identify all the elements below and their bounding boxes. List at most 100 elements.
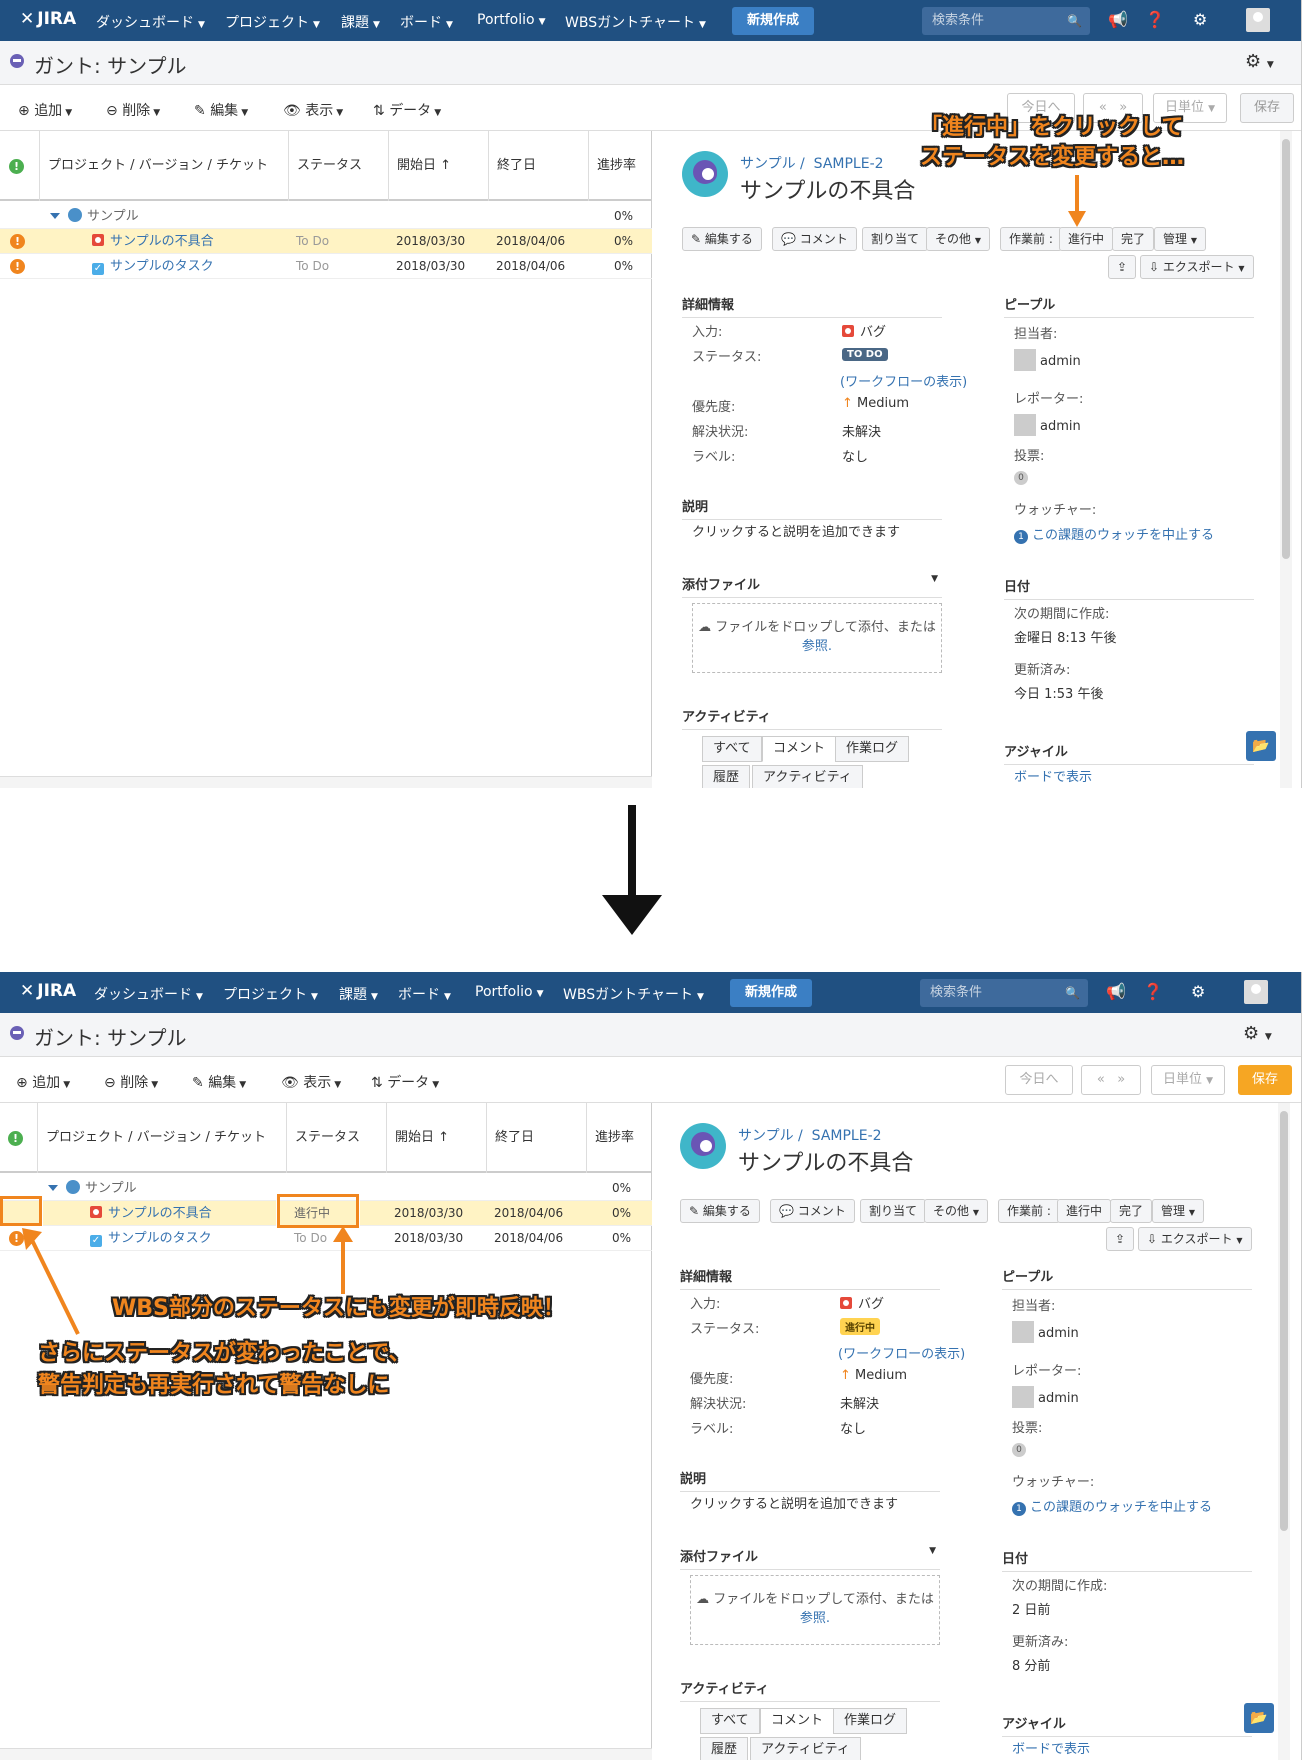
add-button[interactable]: ⊕ 追加 ▼ — [16, 1072, 70, 1092]
done-button[interactable]: 完了 — [1112, 227, 1155, 251]
admin-button[interactable]: 管理 ▼ — [1154, 227, 1206, 251]
ticket-start-cell[interactable]: 2018/03/30 — [396, 229, 465, 254]
header-progress[interactable]: 進捗率 — [587, 1103, 652, 1173]
share-button[interactable]: ⇪ — [1106, 1227, 1135, 1251]
in-progress-button[interactable]: 進行中 — [1057, 1199, 1112, 1223]
before-work-button[interactable]: 作業前 : — [998, 1199, 1060, 1223]
data-button[interactable]: ⇅ データ ▼ — [371, 1072, 439, 1092]
nav-wbs-gantt[interactable]: WBSガントチャート ▼ — [565, 12, 706, 32]
data-button[interactable]: ⇅ データ ▼ — [373, 100, 441, 120]
description-text[interactable]: クリックすると説明を追加できます — [692, 521, 900, 540]
horizontal-scrollbar[interactable] — [0, 776, 652, 788]
header-status[interactable]: ステータス — [289, 131, 389, 201]
board-link[interactable]: ボードで表示 — [1014, 766, 1092, 785]
nav-portfolio[interactable]: Portfolio ▼ — [475, 984, 544, 1000]
assign-button[interactable]: 割り当て — [862, 227, 929, 251]
edit-issue-button[interactable]: ✎ 編集する — [682, 227, 762, 251]
tab-activity[interactable]: アクティビティ — [752, 765, 863, 788]
board-link[interactable]: ボードで表示 — [1012, 1738, 1090, 1757]
project-row[interactable]: サンプル 0% — [0, 204, 652, 229]
header-start[interactable]: 開始日 ↑ — [389, 131, 489, 201]
votes-value[interactable]: 0 — [1014, 469, 1028, 485]
edit-button[interactable]: ✎ 編集 ▼ — [192, 1072, 246, 1092]
edit-issue-button[interactable]: ✎ 編集する — [680, 1199, 760, 1223]
assignee-value[interactable]: admin — [1012, 1321, 1079, 1343]
assign-button[interactable]: 割り当て — [860, 1199, 927, 1223]
search-input[interactable]: 検索条件 🔍 — [922, 7, 1090, 35]
tab-activity[interactable]: アクティビティ — [750, 1737, 861, 1760]
help-icon[interactable]: ❓ — [1143, 982, 1163, 1001]
tab-all[interactable]: すべて — [702, 736, 762, 762]
ticket-name-cell[interactable]: サンプルの不具合 — [92, 229, 214, 254]
more-button[interactable]: その他 ▼ — [924, 1199, 988, 1223]
ticket-end-cell[interactable]: 2018/04/06 — [496, 229, 565, 254]
ticket-progress-cell[interactable]: 0% — [612, 1226, 631, 1251]
workflow-link[interactable]: (ワークフローの表示) — [838, 1343, 965, 1362]
tab-worklog[interactable]: 作業ログ — [835, 736, 910, 762]
nav-dashboard[interactable]: ダッシュボード ▼ — [94, 984, 203, 1004]
ticket-start-cell[interactable]: 2018/03/30 — [396, 254, 465, 279]
ticket-progress-cell[interactable]: 0% — [612, 1201, 631, 1226]
vertical-scrollbar[interactable] — [1280, 131, 1292, 788]
horizontal-scrollbar[interactable] — [0, 1748, 652, 1760]
folder-icon[interactable]: 📂 — [1244, 1703, 1274, 1733]
jira-logo[interactable]: ✕ JIRA — [20, 981, 76, 1001]
ticket-start-cell[interactable]: 2018/03/30 — [394, 1201, 463, 1226]
tab-comment[interactable]: コメント — [760, 1708, 835, 1734]
ticket-end-cell[interactable]: 2018/04/06 — [494, 1226, 563, 1251]
tab-all[interactable]: すべて — [700, 1708, 760, 1734]
table-row[interactable]: ! サンプルの不具合 To Do 2018/03/30 2018/04/06 0… — [0, 229, 652, 254]
view-button[interactable]: 👁 表示 ▼ — [281, 1072, 341, 1092]
ticket-status-cell[interactable]: To Do — [296, 254, 329, 279]
create-button[interactable]: 新規作成 — [730, 979, 812, 1007]
nav-projects[interactable]: プロジェクト ▼ — [223, 984, 318, 1004]
gear-icon[interactable]: ⚙ — [1193, 10, 1207, 29]
nav-issues[interactable]: 課題 ▼ — [341, 12, 380, 32]
today-button[interactable]: 今日へ — [1005, 1065, 1073, 1095]
ticket-end-cell[interactable]: 2018/04/06 — [496, 254, 565, 279]
nav-issues[interactable]: 課題 ▼ — [339, 984, 378, 1004]
ticket-status-cell[interactable]: To Do — [296, 229, 329, 254]
vertical-scrollbar[interactable] — [1278, 1103, 1290, 1760]
attachment-dropzone[interactable]: ☁ ファイルをドロップして添付、または 参照. — [692, 603, 942, 673]
ticket-name-cell[interactable]: ✓ サンプルのタスク — [92, 254, 214, 279]
jira-logo[interactable]: ✕ JIRA — [20, 9, 76, 29]
settings-gear-icon[interactable]: ⚙ ▼ — [1243, 1023, 1272, 1044]
help-icon[interactable]: ❓ — [1145, 10, 1165, 29]
reporter-value[interactable]: admin — [1014, 414, 1081, 436]
prev-next-buttons[interactable]: « » — [1081, 1065, 1141, 1095]
assignee-value[interactable]: admin — [1014, 349, 1081, 371]
settings-gear-icon[interactable]: ⚙ ▼ — [1245, 51, 1274, 72]
reporter-value[interactable]: admin — [1012, 1386, 1079, 1408]
header-progress[interactable]: 進捗率 — [589, 131, 652, 201]
nav-wbs-gantt[interactable]: WBSガントチャート ▼ — [563, 984, 704, 1004]
gear-icon[interactable]: ⚙ — [1191, 982, 1205, 1001]
header-start[interactable]: 開始日 ↑ — [387, 1103, 487, 1173]
collapse-icon[interactable] — [48, 1185, 58, 1191]
header-name[interactable]: プロジェクト / バージョン / チケット — [38, 1103, 287, 1173]
comment-button[interactable]: 💬 コメント — [770, 1199, 855, 1223]
tab-history[interactable]: 履歴 — [702, 765, 751, 788]
workflow-link[interactable]: (ワークフローの表示) — [840, 371, 967, 390]
nav-portfolio[interactable]: Portfolio ▼ — [477, 12, 546, 28]
admin-button[interactable]: 管理 ▼ — [1152, 1199, 1204, 1223]
done-button[interactable]: 完了 — [1110, 1199, 1153, 1223]
save-button[interactable]: 保存 — [1238, 1065, 1292, 1095]
add-button[interactable]: ⊕ 追加 ▼ — [18, 100, 72, 120]
export-button[interactable]: ⇩ エクスポート ▼ — [1138, 1227, 1252, 1251]
collapse-icon[interactable] — [50, 213, 60, 219]
table-row[interactable]: ! ✓ サンプルのタスク To Do 2018/03/30 2018/04/06 … — [0, 254, 652, 279]
search-input[interactable]: 検索条件 🔍 — [920, 979, 1088, 1007]
nav-boards[interactable]: ボード ▼ — [398, 984, 451, 1004]
header-status[interactable]: ステータス — [287, 1103, 387, 1173]
create-button[interactable]: 新規作成 — [732, 7, 814, 35]
unit-select[interactable]: 日単位 ▼ — [1151, 1065, 1225, 1095]
ticket-progress-cell[interactable]: 0% — [614, 254, 633, 279]
nav-boards[interactable]: ボード ▼ — [400, 12, 453, 32]
tab-history[interactable]: 履歴 — [700, 1737, 749, 1760]
user-avatar[interactable] — [1246, 8, 1270, 32]
in-progress-button[interactable]: 進行中 — [1059, 227, 1114, 251]
ticket-progress-cell[interactable]: 0% — [614, 229, 633, 254]
export-button[interactable]: ⇩ エクスポート ▼ — [1140, 255, 1254, 279]
attachment-dropzone[interactable]: ☁ ファイルをドロップして添付、または 参照. — [690, 1575, 940, 1645]
